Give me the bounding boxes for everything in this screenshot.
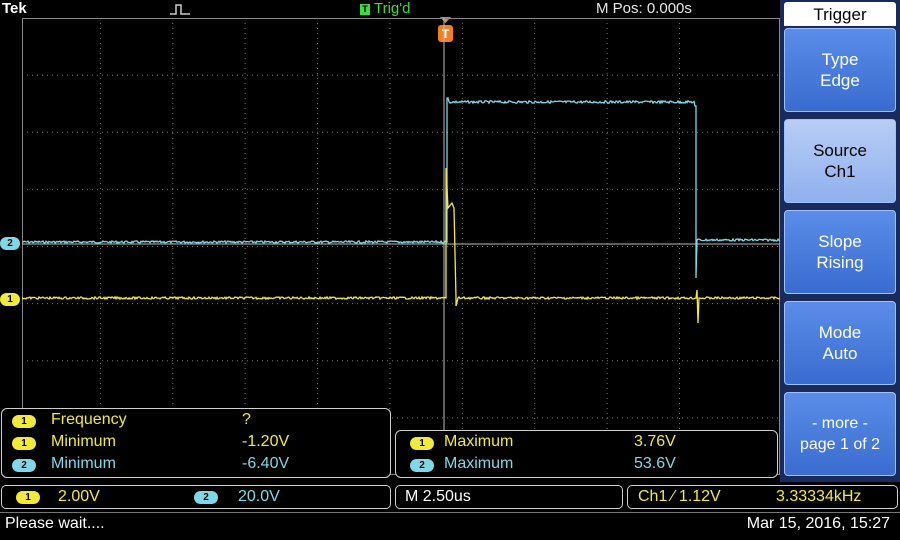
trigger-readout[interactable]: Ch1 ∕ 1.12V 3.33334kHz bbox=[627, 485, 898, 509]
timebase-value: M 2.50us bbox=[405, 488, 471, 505]
horizontal-position-readout: M Pos: 0.000s bbox=[596, 0, 692, 17]
measurement-value: 3.76V bbox=[634, 433, 676, 450]
channel-badge: 1 bbox=[16, 491, 40, 504]
acquisition-pulse-icon bbox=[170, 4, 190, 15]
trigger-state-label: Trig'd bbox=[374, 0, 411, 17]
menu-item-label: Slope bbox=[818, 232, 862, 251]
ch2-scale: 20.0V bbox=[238, 488, 280, 505]
measurement-panel-right[interactable]: 1 Maximum 3.76V 2 Maximum 53.6V bbox=[395, 430, 778, 478]
channel-badge: 2 bbox=[410, 459, 434, 472]
timebase-readout[interactable]: M 2.50us bbox=[395, 485, 623, 509]
ch1-scale: 2.00V bbox=[58, 488, 100, 505]
status-line: Please wait.... Mar 15, 2016, 15:27 bbox=[0, 512, 900, 540]
trigger-level: Ch1 ∕ 1.12V bbox=[638, 488, 721, 505]
menu-item-label: Mode bbox=[818, 323, 862, 342]
ch2-ground-marker[interactable]: 2 bbox=[0, 237, 20, 250]
measurement-value: -1.20V bbox=[242, 433, 290, 450]
trigger-mode-button[interactable]: Mode Auto bbox=[784, 301, 896, 385]
menu-item-value: page 1 of 2 bbox=[799, 436, 881, 453]
measurement-row: 2 Maximum 53.6V bbox=[396, 455, 779, 475]
menu-item-value: Edge bbox=[820, 71, 860, 90]
measurement-label: Maximum bbox=[444, 433, 514, 450]
status-message: Please wait.... bbox=[5, 515, 105, 532]
date-time: Mar 15, 2016, 15:27 bbox=[746, 515, 890, 532]
measurement-label: Minimum bbox=[51, 433, 116, 450]
ch1-ground-marker[interactable]: 1 bbox=[0, 293, 20, 306]
measurement-row: 1 Minimum -1.20V bbox=[2, 433, 392, 453]
channel-badge: 2 bbox=[12, 459, 36, 472]
measurement-value: ? bbox=[242, 411, 251, 428]
menu-item-label: Type bbox=[821, 50, 859, 69]
trigger-side-menu: Trigger Type Edge Source Ch1 Slope Risin… bbox=[780, 0, 900, 482]
brand-label: Tek bbox=[2, 0, 27, 17]
graticule-border bbox=[22, 18, 780, 475]
menu-item-label: - more - bbox=[812, 415, 868, 432]
trigger-frequency: 3.33334kHz bbox=[776, 488, 862, 505]
channel-badge: 1 bbox=[12, 437, 36, 450]
menu-item-label: Source bbox=[813, 141, 867, 160]
menu-item-value: Rising bbox=[816, 253, 864, 272]
ch1-waveform-trace bbox=[22, 167, 780, 324]
measurement-label: Frequency bbox=[51, 411, 127, 428]
status-top-bar: Tek T Trig'd M Pos: 0.000s bbox=[0, 0, 780, 18]
more-page-button[interactable]: - more - page 1 of 2 bbox=[784, 392, 896, 476]
menu-title: Trigger bbox=[784, 2, 896, 26]
measurement-panel-left[interactable]: 1 Frequency ? 1 Minimum -1.20V 2 Minimum… bbox=[1, 408, 391, 478]
channel-badge: 1 bbox=[12, 415, 36, 428]
channel-badge: 1 bbox=[410, 437, 434, 450]
menu-item-value: Auto bbox=[822, 344, 858, 363]
waveform-graticule bbox=[22, 18, 780, 475]
measurement-label: Minimum bbox=[51, 455, 116, 472]
vertical-scale-readout[interactable]: 1 2.00V 2 20.0V bbox=[1, 485, 391, 509]
measurement-row: 1 Frequency ? bbox=[2, 411, 392, 431]
menu-item-value: Ch1 bbox=[824, 162, 856, 181]
measurement-value: 53.6V bbox=[634, 455, 676, 472]
measurement-label: Maximum bbox=[444, 455, 514, 472]
trigger-state: T Trig'd bbox=[360, 0, 410, 17]
ch2-waveform-trace bbox=[22, 97, 780, 279]
measurement-row: 1 Maximum 3.76V bbox=[396, 433, 779, 453]
trigger-source-button[interactable]: Source Ch1 bbox=[784, 119, 896, 203]
trigger-badge: T bbox=[360, 4, 370, 15]
trigger-type-button[interactable]: Type Edge bbox=[784, 28, 896, 112]
measurement-value: -6.40V bbox=[242, 455, 290, 472]
measurement-row: 2 Minimum -6.40V bbox=[2, 455, 392, 475]
trigger-slope-button[interactable]: Slope Rising bbox=[784, 210, 896, 294]
channel-badge: 2 bbox=[194, 491, 218, 504]
waveform-plot bbox=[22, 18, 780, 475]
